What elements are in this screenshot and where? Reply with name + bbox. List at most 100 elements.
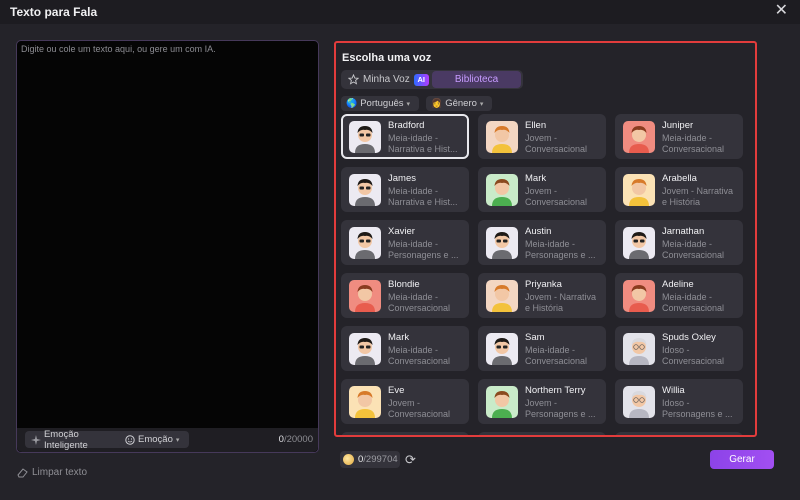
avatar <box>486 227 518 259</box>
credits-counter: 0/299704 <box>340 451 400 468</box>
voice-name: Austin <box>525 226 552 237</box>
voice-name: Eve <box>388 385 405 396</box>
voice-tabs: Minha Voz AI Biblioteca <box>341 70 523 89</box>
avatar <box>349 174 381 206</box>
voice-card[interactable]: Spuds Oxley Idoso - Conversacional <box>615 326 743 371</box>
avatar <box>623 280 655 312</box>
person-icon: 👩 <box>431 98 443 108</box>
emotion-dropdown[interactable]: Emoção ▾ <box>119 431 189 448</box>
voice-card[interactable]: Austin Meia-idade - Personagens e ... <box>478 220 606 265</box>
avatar <box>623 121 655 153</box>
voice-card[interactable]: Northern Terry Jovem - Personagens e ... <box>478 379 606 424</box>
voice-card[interactable]: Ellen Jovem - Conversacional <box>478 114 606 159</box>
globe-icon: 🌎 <box>346 98 358 108</box>
voice-name: Willia <box>662 385 685 396</box>
avatar <box>623 333 655 365</box>
avatar <box>349 227 381 259</box>
voice-card[interactable]: Willia Idoso - Personagens e ... <box>615 379 743 424</box>
voice-card[interactable] <box>615 432 743 435</box>
voice-description: Idoso - Personagens e ... <box>662 398 733 419</box>
chevron-down-icon: ▾ <box>406 100 411 108</box>
voice-description: Jovem - Personagens e ... <box>525 398 596 419</box>
voice-description: Jovem - Narrativa e História <box>662 186 734 207</box>
smart-emotion-button[interactable]: Emoção Inteligente <box>25 428 131 451</box>
generate-button[interactable]: Gerar <box>710 450 774 469</box>
tab-my-voice-label: Minha Voz <box>363 74 410 85</box>
voice-name: Sam <box>525 332 545 343</box>
voice-card[interactable] <box>478 432 606 435</box>
voice-name: Juniper <box>662 120 694 131</box>
avatar <box>623 174 655 206</box>
voice-name: Jarnathan <box>662 226 705 237</box>
language-filter-label: Português <box>360 98 404 109</box>
voice-selection-panel: Escolha uma voz Minha Voz AI Biblioteca … <box>334 41 757 437</box>
title-bar: Texto para Fala ✕ <box>0 0 800 24</box>
sparkle-icon <box>31 434 41 445</box>
voice-name: Mark <box>388 332 410 343</box>
avatar <box>349 280 381 312</box>
voice-description: Jovem - Conversacional <box>525 186 588 207</box>
avatar <box>349 386 381 418</box>
voice-name: Priyanka <box>525 279 562 290</box>
voice-card[interactable]: Sam Meia-idade - Conversacional <box>478 326 606 371</box>
close-icon[interactable]: ✕ <box>775 3 788 19</box>
avatar <box>486 174 518 206</box>
tab-library[interactable]: Biblioteca <box>432 71 521 88</box>
voice-name: Blondie <box>388 279 420 290</box>
voice-name: Northern Terry <box>525 385 586 396</box>
emotion-label: Emoção <box>138 434 173 445</box>
voice-card[interactable]: Xavier Meia-idade - Personagens e ... <box>341 220 469 265</box>
voice-name: Adeline <box>662 279 694 290</box>
smart-emotion-label: Emoção Inteligente <box>43 428 88 451</box>
voice-card[interactable]: Eve Jovem - Conversacional <box>341 379 469 424</box>
coin-icon <box>343 454 354 465</box>
panel-title: Escolha uma voz <box>342 52 432 64</box>
window-title: Texto para Fala <box>10 5 98 19</box>
char-counter: 0/20000 <box>278 434 313 445</box>
gender-filter-label: Gênero <box>445 98 477 109</box>
voice-name: Mark <box>525 173 547 184</box>
voice-card[interactable]: Mark Meia-idade - Conversacional <box>341 326 469 371</box>
ai-badge: AI <box>413 73 429 86</box>
voice-card[interactable]: Adeline Meia-idade - Conversacional <box>615 273 743 318</box>
voice-card[interactable]: Jarnathan Meia-idade - Conversacional <box>615 220 743 265</box>
text-editor: Emoção Inteligente Emoção ▾ 0/20000 <box>16 40 319 453</box>
voice-card[interactable]: Mark Jovem - Conversacional <box>478 167 606 212</box>
chevron-down-icon: ▾ <box>479 100 484 108</box>
voice-description: Jovem - Conversacional <box>525 133 588 154</box>
language-filter[interactable]: 🌎 Português ▾ <box>341 96 419 111</box>
voice-card[interactable]: Blondie Meia-idade - Conversacional <box>341 273 469 318</box>
editor-toolbar: Emoção Inteligente Emoção ▾ 0/20000 <box>17 428 318 452</box>
voice-description: Meia-idade - Conversacional <box>388 345 451 366</box>
avatar <box>349 333 381 365</box>
voice-name: Ellen <box>525 120 547 131</box>
voice-card[interactable]: James Meia-idade - Narrativa e Hist... <box>341 167 469 212</box>
refresh-icon[interactable]: ⟳ <box>405 452 416 468</box>
smiley-icon <box>125 434 135 445</box>
voice-description: Meia-idade - Conversacional <box>662 292 725 313</box>
voice-card[interactable]: Arabella Jovem - Narrativa e História <box>615 167 743 212</box>
voice-card[interactable]: Juniper Meia-idade - Conversacional <box>615 114 743 159</box>
voice-card[interactable]: Bradford Meia-idade - Narrativa e Hist... <box>341 114 469 159</box>
voice-description: Meia-idade - Personagens e ... <box>525 239 596 260</box>
voice-grid: Bradford Meia-idade - Narrativa e Hist...… <box>341 114 751 435</box>
gender-filter[interactable]: 👩 Gênero ▾ <box>426 96 492 111</box>
voice-card[interactable] <box>341 432 469 435</box>
text-input[interactable] <box>17 41 318 429</box>
voice-description: Jovem - Conversacional <box>388 398 451 419</box>
voice-card[interactable]: Priyanka Jovem - Narrativa e História <box>478 273 606 318</box>
voice-description: Meia-idade - Conversacional <box>662 239 725 260</box>
voice-name: Spuds Oxley <box>662 332 716 343</box>
clear-text-button[interactable]: Limpar texto <box>17 467 87 478</box>
voice-description: Meia-idade - Conversacional <box>388 292 451 313</box>
star-icon <box>348 74 359 85</box>
avatar <box>486 333 518 365</box>
tab-my-voice[interactable]: Minha Voz AI <box>343 71 431 88</box>
voice-name: James <box>388 173 416 184</box>
voice-name: Bradford <box>388 120 425 131</box>
avatar <box>623 227 655 259</box>
clear-text-label: Limpar texto <box>32 467 88 478</box>
voice-description: Idoso - Conversacional <box>662 345 725 366</box>
voice-description: Jovem - Narrativa e História <box>525 292 597 313</box>
avatar <box>486 386 518 418</box>
